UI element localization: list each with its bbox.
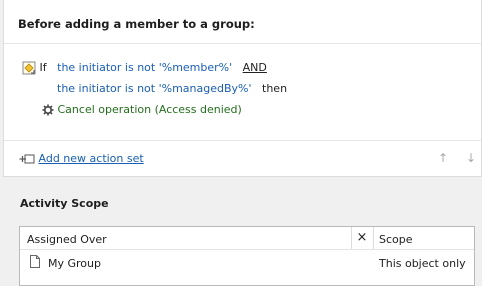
condition-initiator-managedby-link[interactable]: the initiator is not '%managedBy%' (57, 82, 252, 95)
column-header-scope[interactable]: Scope (379, 233, 413, 246)
and-operator-link[interactable]: AND (243, 61, 267, 74)
divider (4, 140, 481, 141)
header-divider (20, 249, 474, 250)
condition-initiator-member-link[interactable]: the initiator is not '%member%' (57, 61, 232, 74)
if-keyword: If (39, 61, 47, 74)
then-keyword: then (262, 82, 288, 95)
rule-title: Before adding a member to a group: (18, 17, 255, 31)
column-header-assigned-over[interactable]: Assigned Over (27, 233, 107, 246)
condition-line-1: If the initiator is not '%member%' AND (22, 61, 267, 75)
column-separator (373, 227, 374, 249)
action-line: Cancel operation (Access denied) (42, 103, 242, 116)
move-down-button[interactable]: ↓ (466, 151, 476, 165)
gear-icon (42, 104, 54, 116)
divider (4, 43, 481, 44)
activity-scope-table: Assigned Over × Scope My Group This obje… (19, 226, 475, 286)
add-action-set-icon (19, 154, 35, 164)
condition-warning-icon (22, 61, 36, 75)
row-scope: This object only (379, 257, 466, 270)
condition-line-2: the initiator is not '%managedBy%' then (57, 82, 287, 95)
row-assigned-over: My Group (48, 257, 101, 270)
move-up-button[interactable]: ↑ (438, 151, 448, 165)
group-object-icon (30, 255, 40, 268)
remove-scope-button[interactable]: × (351, 230, 373, 245)
add-action-set-label: Add new action set (38, 152, 144, 165)
rule-editor-panel: Before adding a member to a group: If th… (3, 0, 482, 177)
cancel-operation-action-link[interactable]: Cancel operation (Access denied) (58, 103, 242, 116)
add-action-set-button[interactable]: Add new action set (19, 152, 144, 165)
activity-scope-heading: Activity Scope (20, 197, 109, 210)
